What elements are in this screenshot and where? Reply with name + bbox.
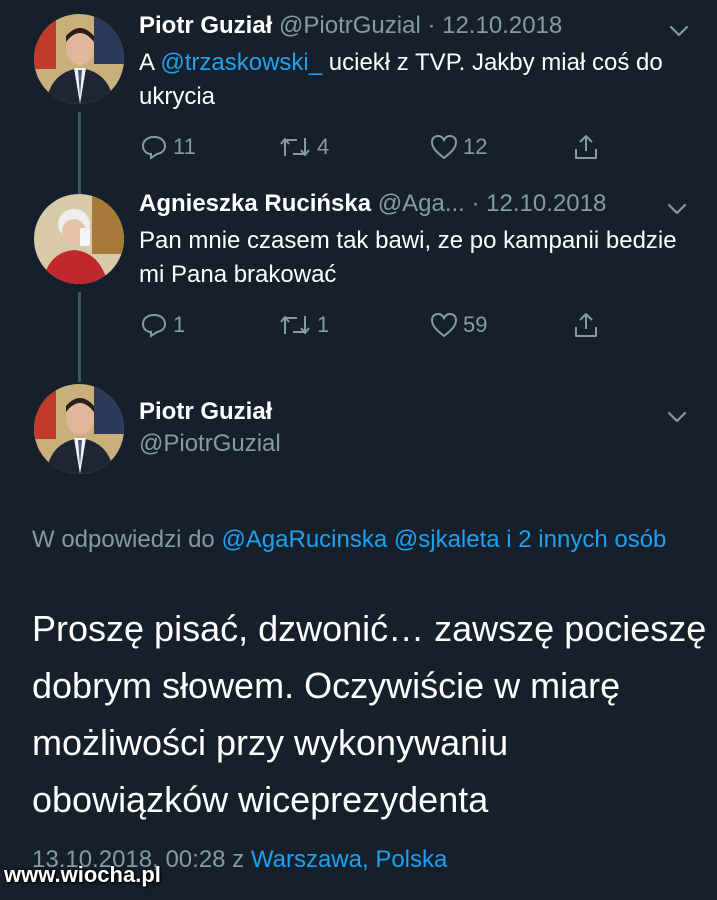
reply-button[interactable]: 1	[139, 310, 185, 340]
chevron-down-icon[interactable]	[664, 404, 690, 430]
tweet-header: Piotr Guział @PiotrGuzial · 12.10.2018	[139, 12, 562, 40]
avatar[interactable]	[34, 14, 124, 104]
share-icon	[575, 135, 597, 159]
location-link[interactable]: Warszawa, Polska	[251, 846, 448, 873]
reply-count: 1	[173, 312, 186, 337]
reply-icon	[141, 135, 167, 160]
thread-line	[78, 292, 81, 382]
author-handle[interactable]: @Aga...	[378, 190, 465, 217]
author-handle[interactable]: @PiotrGuzial	[279, 12, 421, 39]
thread-line	[78, 112, 81, 194]
reply-icon	[141, 313, 167, 338]
tweet-date[interactable]: · 12.10.2018	[472, 190, 607, 217]
retweet-icon	[280, 316, 310, 334]
like-count: 12	[463, 134, 488, 159]
reply-targets-link[interactable]: @AgaRucinska @sjkaleta i 2 innych osób	[221, 526, 666, 553]
mention-link[interactable]: @trzaskowski_	[160, 49, 322, 76]
like-icon	[430, 312, 458, 338]
like-icon	[430, 134, 458, 160]
like-button[interactable]: 12	[429, 132, 487, 162]
reply-context: W odpowiedzi do @AgaRucinska @sjkaleta i…	[32, 523, 672, 557]
author-name[interactable]: Piotr Guział	[139, 398, 272, 426]
share-button[interactable]	[571, 132, 601, 162]
tweet-header: Agnieszka Rucińska @Aga... · 12.10.2018	[139, 190, 606, 218]
author-handle[interactable]: @PiotrGuzial	[139, 430, 281, 458]
like-count: 59	[463, 312, 488, 337]
retweet-count: 1	[317, 312, 330, 337]
avatar[interactable]	[34, 194, 124, 284]
share-button[interactable]	[571, 310, 601, 340]
tweet-text: Proszę pisać, dzwonić… zawszę pocieszę d…	[32, 608, 707, 820]
tweet-actions: 1 1 59	[139, 310, 619, 346]
reply-prefix: W odpowiedzi do	[32, 526, 222, 553]
author-name[interactable]: Piotr Guział	[139, 12, 272, 39]
chevron-down-icon[interactable]	[664, 196, 690, 222]
tweet-date[interactable]: · 12.10.2018	[427, 12, 562, 39]
text-part: A	[139, 49, 161, 76]
avatar[interactable]	[34, 384, 124, 474]
reply-count: 11	[173, 134, 196, 159]
tweet-text: Pan mnie czasem tak bawi, ze po kampanii…	[139, 227, 677, 288]
like-button[interactable]: 59	[429, 310, 487, 340]
tweet-actions: 11 4 12	[139, 132, 619, 168]
retweet-icon	[280, 138, 310, 156]
reply-button[interactable]: 11	[139, 132, 196, 162]
retweet-button[interactable]: 4	[277, 132, 329, 162]
share-icon	[575, 313, 597, 337]
retweet-button[interactable]: 1	[277, 310, 329, 340]
retweet-count: 4	[317, 134, 330, 159]
tweet-text: A @trzaskowski_ uciekł z TVP. Jakby miał…	[139, 46, 679, 114]
watermark: www.wiocha.pl	[4, 862, 161, 887]
author-name[interactable]: Agnieszka Rucińska	[139, 190, 371, 217]
chevron-down-icon[interactable]	[666, 18, 692, 44]
